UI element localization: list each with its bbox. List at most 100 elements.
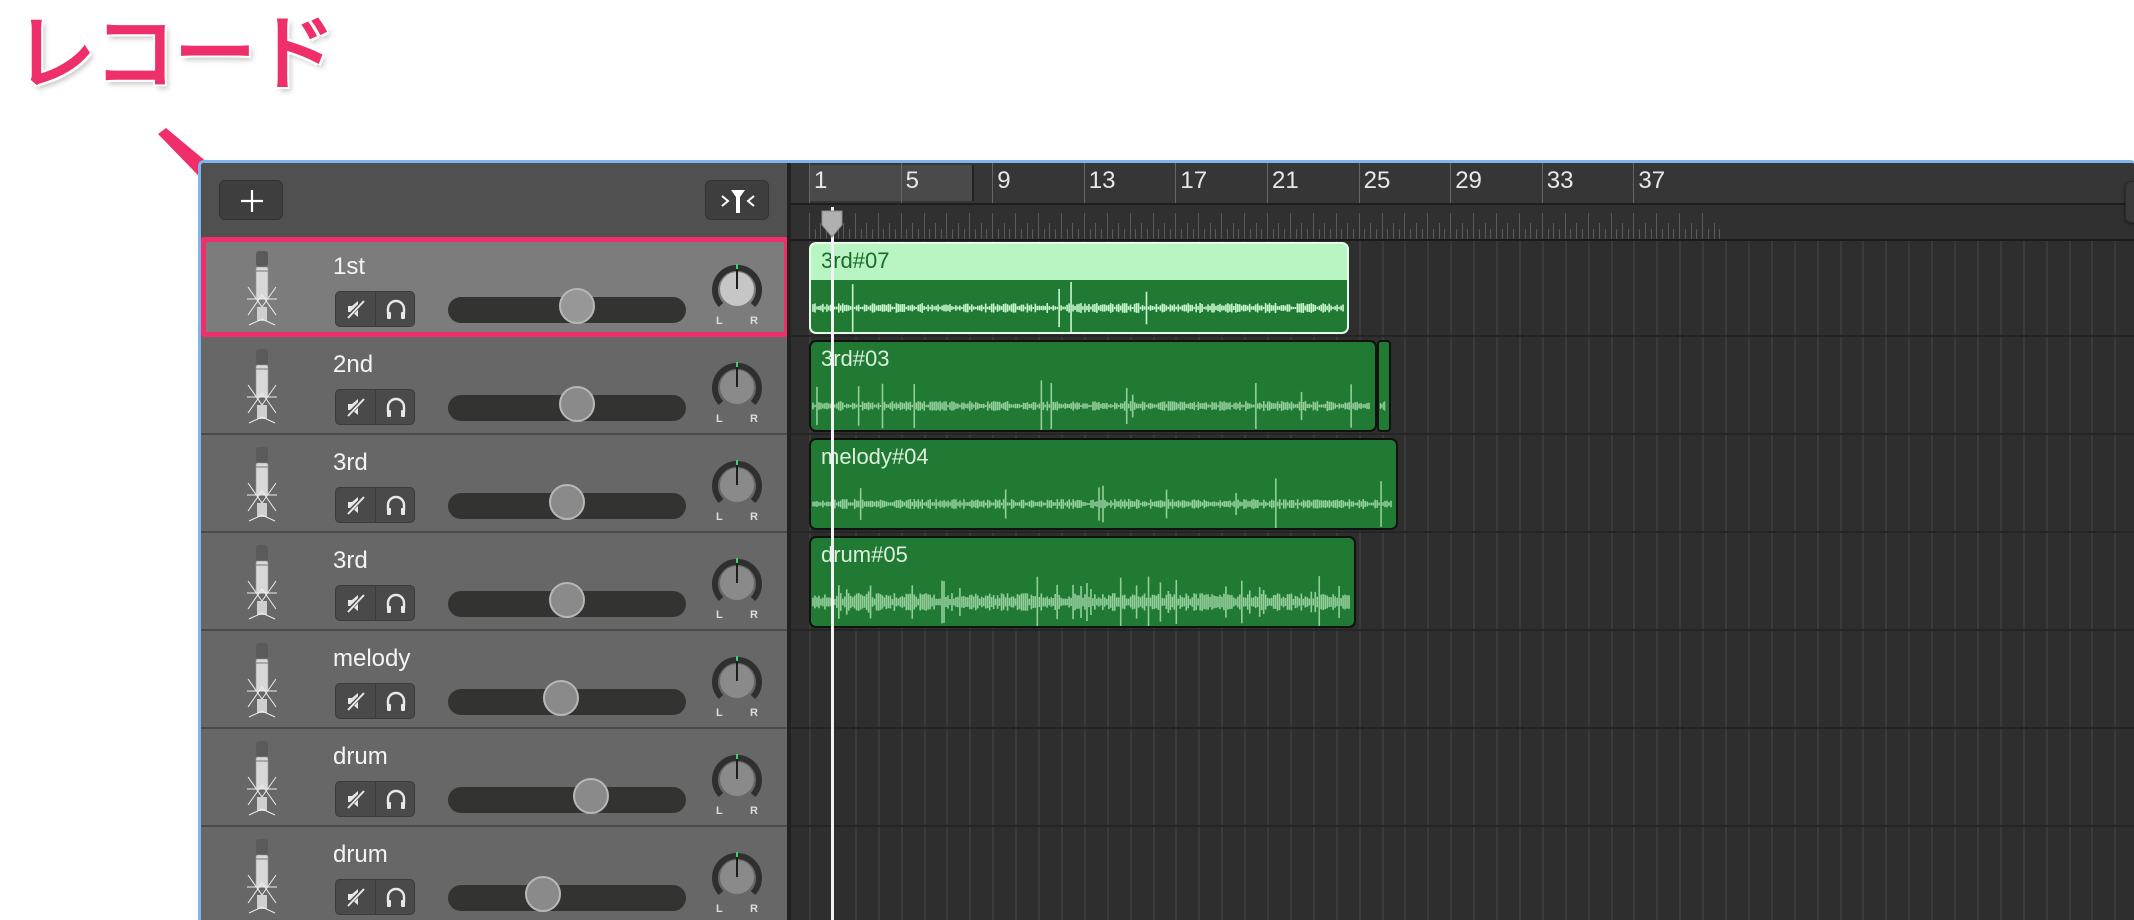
catch-playhead-button[interactable] [705, 180, 769, 220]
ruler-tick [986, 229, 988, 239]
track-name[interactable]: 3rd [333, 449, 368, 477]
volume-slider-thumb[interactable] [559, 386, 596, 422]
volume-slider-thumb[interactable] [573, 778, 610, 814]
ruler-tick [1667, 223, 1669, 239]
pan-knob[interactable] [709, 455, 765, 511]
ruler-tick [1387, 229, 1389, 239]
track-name[interactable]: 3rd [333, 547, 368, 575]
playhead-line[interactable] [830, 207, 834, 920]
timeline[interactable]: 1 5 9 13 17 21 25 29 33 37 3rd#07 3rd#03 melody#04 d… [791, 163, 2134, 920]
mute-button[interactable] [336, 880, 375, 914]
volume-slider[interactable] [448, 288, 686, 324]
volume-slider[interactable] [448, 876, 686, 912]
volume-slider[interactable] [448, 680, 686, 716]
volume-slider-thumb[interactable] [542, 680, 579, 716]
track-header[interactable]: 3rd L R [201, 435, 787, 533]
solo-headphones-button[interactable] [374, 782, 415, 816]
ruler-tick [1633, 213, 1635, 239]
ruler-tick [1038, 213, 1039, 239]
ruler-tick [1289, 213, 1291, 239]
track-name[interactable]: 2nd [333, 351, 373, 379]
track-name[interactable]: drum [333, 841, 388, 869]
mute-button[interactable] [336, 782, 375, 816]
track-header[interactable]: drum L R [201, 827, 787, 920]
bar-grid-line [1747, 241, 1750, 920]
pan-knob[interactable] [709, 553, 765, 609]
pan-labels: L R [709, 609, 765, 621]
pan-left-label: L [716, 805, 723, 817]
headphones-icon [386, 887, 405, 907]
headphones-icon [386, 397, 405, 417]
ruler-tick [923, 213, 925, 239]
region-title: drum#05 [821, 542, 908, 567]
ruler[interactable]: 1 5 9 13 17 21 25 29 33 37 [791, 163, 2134, 205]
mute-button[interactable] [336, 390, 375, 424]
volume-slider-thumb[interactable] [559, 288, 596, 324]
bar-grid-line [1518, 241, 1521, 920]
add-track-button[interactable] [219, 180, 283, 220]
plus-icon [241, 190, 263, 212]
track-name[interactable]: 1st [333, 253, 365, 281]
solo-headphones-button[interactable] [374, 880, 415, 914]
pan-knob[interactable] [709, 357, 765, 413]
mute-button[interactable] [336, 684, 375, 718]
region-title: melody#04 [821, 444, 929, 469]
ruler-tick [1318, 229, 1320, 239]
audio-region[interactable]: melody#04 [809, 438, 1398, 530]
mute-button[interactable] [336, 488, 375, 522]
pan-knob[interactable] [709, 651, 765, 707]
ruler-tick [1696, 229, 1698, 239]
solo-headphones-button[interactable] [374, 488, 415, 522]
solo-headphones-button[interactable] [374, 390, 415, 424]
ruler-tick [1558, 229, 1560, 239]
pan-knob[interactable] [709, 847, 765, 903]
track-name[interactable]: drum [333, 743, 388, 771]
ruler-bar-label: 29 [1455, 167, 1482, 194]
ruler-bar-line [1175, 163, 1177, 203]
volume-slider-thumb[interactable] [524, 876, 561, 912]
audio-region[interactable]: 3rd#07 [809, 242, 1350, 334]
solo-headphones-button[interactable] [374, 684, 415, 718]
ruler-tick [1329, 229, 1331, 239]
cycle-region[interactable] [809, 165, 974, 201]
pan-labels: L R [709, 707, 765, 719]
ruler-tick [1455, 229, 1457, 239]
pan-right-label: R [750, 707, 758, 719]
audio-region[interactable]: drum#05 [809, 536, 1357, 628]
solo-headphones-button[interactable] [374, 292, 415, 326]
volume-slider[interactable] [448, 386, 686, 422]
track-header[interactable]: 3rd L R [201, 533, 787, 631]
volume-slider[interactable] [448, 582, 686, 618]
volume-slider-thumb[interactable] [549, 582, 585, 618]
audio-region[interactable] [1376, 340, 1391, 432]
track-name[interactable]: melody [333, 645, 410, 673]
track-header[interactable]: 2nd L R [201, 337, 787, 435]
horizontal-zoom-slider[interactable] [2125, 181, 2134, 223]
playhead-handle-icon[interactable] [820, 209, 844, 239]
track-header[interactable]: melody L R [201, 631, 787, 729]
waveform-path [812, 576, 1350, 626]
pan-knob[interactable] [709, 749, 765, 805]
volume-slider[interactable] [448, 778, 686, 814]
bar-grid-line [1954, 241, 1956, 920]
mute-solo-group [335, 487, 415, 523]
mute-button[interactable] [336, 292, 375, 326]
track-header[interactable]: drum L R [201, 729, 787, 827]
ruler-ticks[interactable] [791, 205, 2134, 241]
track-headers-panel: 1st L R 2nd L R 3rd L R 3rd L R melody L… [201, 163, 789, 920]
ruler-tick [1249, 229, 1251, 239]
volume-slider[interactable] [448, 484, 686, 520]
pan-right-label: R [750, 805, 758, 817]
mute-button[interactable] [336, 586, 375, 620]
pan-knob[interactable] [709, 259, 765, 315]
pan-right-label: R [750, 511, 758, 523]
ruler-tick [1278, 223, 1280, 239]
track-header[interactable]: 1st L R [201, 237, 789, 337]
audio-region[interactable]: 3rd#03 [809, 340, 1377, 432]
ruler-tick [1083, 213, 1085, 239]
condenser-microphone-icon [247, 741, 277, 816]
ruler-tick [1570, 229, 1572, 239]
solo-headphones-button[interactable] [374, 586, 415, 620]
volume-slider-thumb[interactable] [549, 484, 585, 520]
ruler-tick [1530, 223, 1532, 239]
